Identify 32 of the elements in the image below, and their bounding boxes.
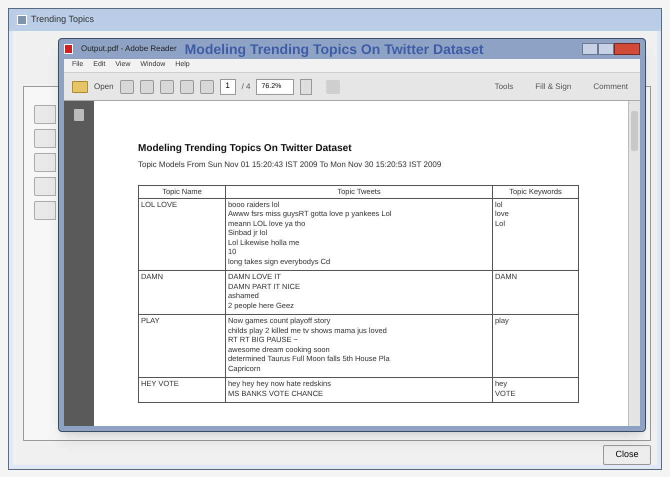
toolbar-icon[interactable] [160, 80, 174, 94]
toolbar-icon[interactable] [200, 80, 214, 94]
side-button[interactable] [34, 129, 56, 148]
toolbar-link[interactable]: Fill & Sign [535, 80, 572, 92]
document-heading: Modeling Trending Topics On Twitter Dataset [138, 142, 353, 156]
toolbar-link[interactable]: Comment [593, 80, 628, 92]
document-subtitle: Topic Models From Sun Nov 01 15:20:43 IST 2009 To Mon Nov 30 15:20:53 IST 2009 [138, 159, 442, 171]
side-button[interactable] [34, 153, 56, 172]
side-button[interactable] [34, 201, 56, 220]
reader-title: Output.pdf - Adobe Reader [81, 43, 177, 55]
title-overlay: Modeling Trending Topics On Twitter Dataset [184, 40, 484, 59]
maximize-button[interactable] [598, 43, 614, 55]
page-count: / 4 [242, 80, 250, 92]
dropdown-icon[interactable] [300, 78, 312, 94]
scroll-thumb[interactable] [631, 111, 638, 151]
toolbar-icon[interactable] [120, 80, 134, 94]
scrollbar[interactable] [628, 101, 640, 426]
toolbar-icon[interactable] [140, 80, 154, 94]
minimize-button[interactable] [582, 43, 598, 55]
pdf-icon [64, 44, 73, 54]
close-icon[interactable] [614, 43, 640, 55]
open-button[interactable]: Open [94, 80, 114, 92]
page-icon[interactable] [74, 109, 84, 121]
page-field[interactable]: 1 [220, 78, 236, 94]
side-button[interactable] [34, 177, 56, 196]
toolbar-icon[interactable] [180, 80, 194, 94]
app-icon [17, 15, 27, 25]
side-button[interactable] [34, 105, 56, 124]
window-title: Trending Topics [31, 13, 94, 26]
toolbar-link[interactable]: Tools [494, 80, 514, 92]
close-button[interactable]: Close [603, 445, 651, 465]
folder-icon [72, 80, 88, 92]
